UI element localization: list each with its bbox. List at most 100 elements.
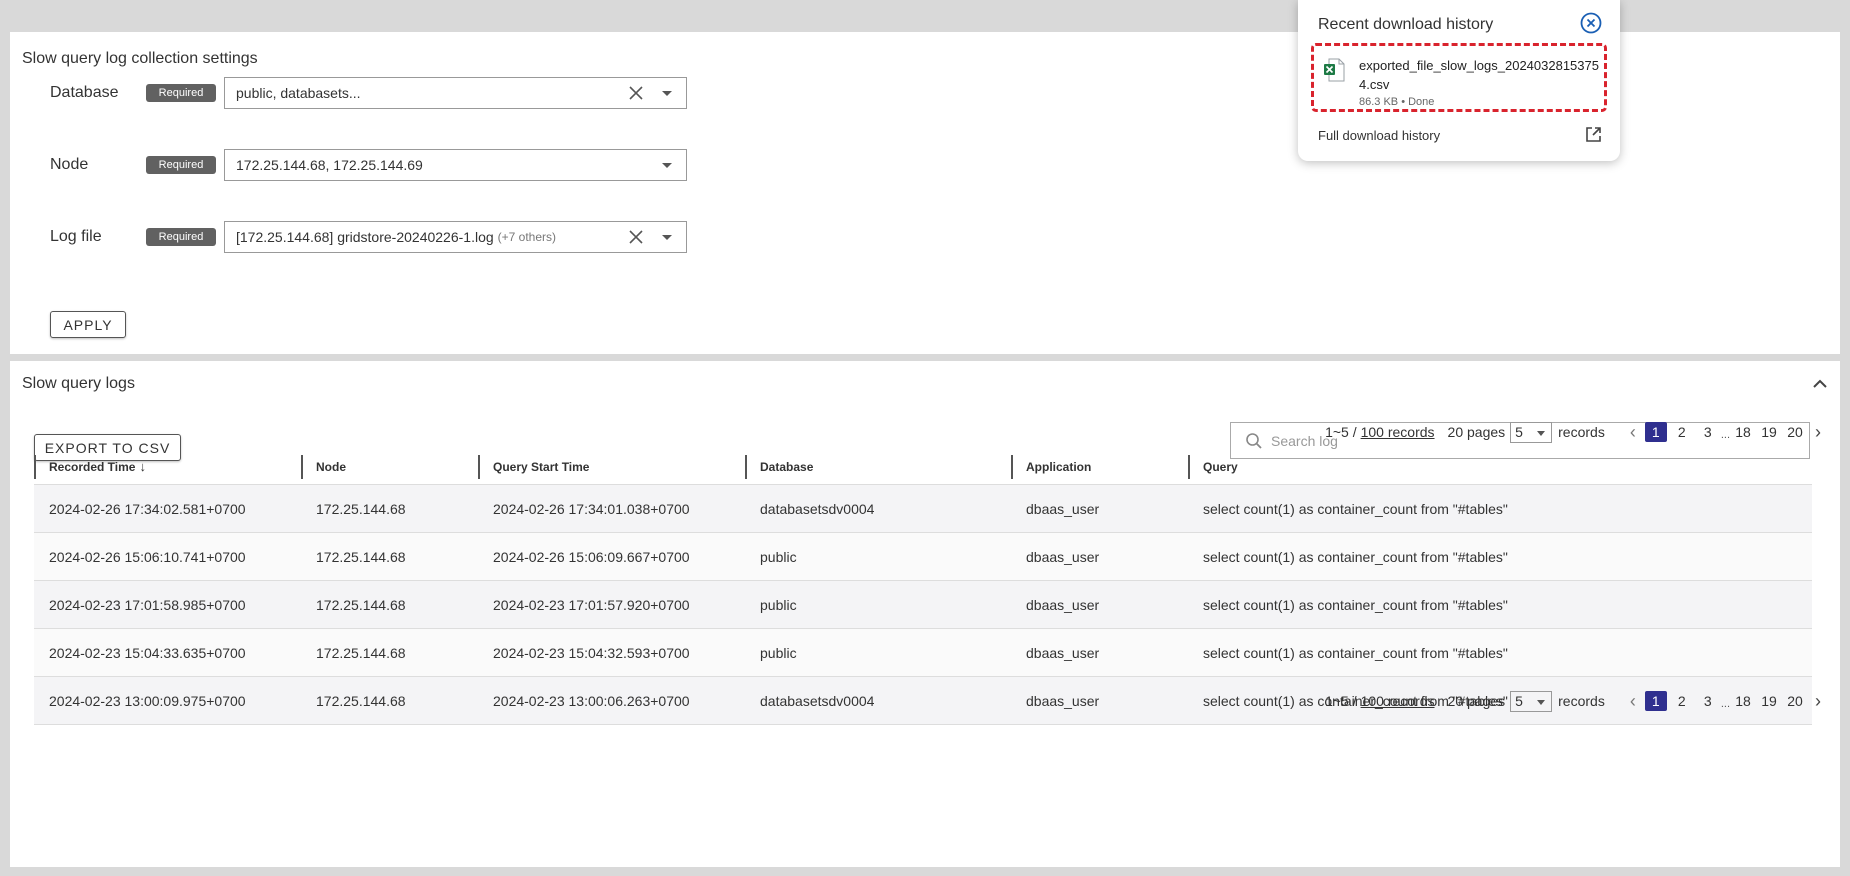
next-page-button[interactable]: › [1808,691,1828,711]
cell-database: databasetsdv0004 [760,500,875,517]
column-query[interactable]: Query [1188,454,1812,479]
cell-database: public [760,596,797,613]
caret-down-icon [1537,430,1546,436]
node-value: 172.25.144.68, 172.25.144.69 [236,157,423,173]
cell-node: 172.25.144.68 [316,644,406,661]
records-word: records [1558,693,1605,709]
cell-node: 172.25.144.68 [316,500,406,517]
next-page-button[interactable]: › [1808,422,1828,442]
column-label: Recorded Time [49,459,136,474]
table-row[interactable]: 2024-02-26 15:06:10.741+0700 172.25.144.… [34,533,1812,581]
cell-database: public [760,548,797,565]
download-history-popup: Recent download history exported_file_sl… [1298,0,1620,161]
records-word: records [1558,424,1605,440]
cell-query-start-time: 2024-02-26 17:34:01.038+0700 [493,500,690,517]
column-node[interactable]: Node [301,454,478,479]
database-label: Database [50,84,119,101]
column-database[interactable]: Database [745,454,1011,479]
prev-page-button[interactable]: ‹ [1623,422,1643,442]
table-row[interactable]: 2024-02-26 17:34:02.581+0700 172.25.144.… [34,485,1812,533]
chevron-up-icon[interactable] [1812,379,1828,389]
search-icon [1246,432,1262,449]
cell-query-start-time: 2024-02-23 17:01:57.920+0700 [493,596,690,613]
page-button[interactable]: 19 [1758,422,1780,442]
database-select[interactable]: public, databasets... [224,77,687,109]
page-button[interactable]: 1 [1644,422,1667,442]
settings-title: Slow query log collection settings [22,50,258,67]
page-button[interactable]: 20 [1784,691,1806,711]
apply-button[interactable]: APPLY [50,311,126,338]
logs-table: Recorded Time ↓ Node Query Start Time Dat… [34,449,1812,725]
cell-recorded-time: 2024-02-26 15:06:10.741+0700 [49,548,246,565]
column-label: Database [760,459,814,474]
cell-query: select count(1) as container_count from … [1203,500,1508,517]
pagination-bottom: 1~5 / 100 records 20 pages 5 records ‹ 1… [1325,690,1828,712]
node-row: Node Required 172.25.144.68, 172.25.144.… [50,149,687,181]
cell-query: select count(1) as container_count from … [1203,644,1508,661]
table-body: 2024-02-26 17:34:02.581+0700 172.25.144.… [34,485,1812,725]
download-file-item[interactable]: exported_file_slow_logs_20240328153754.c… [1311,43,1607,112]
page-button[interactable]: 2 [1671,422,1693,442]
page-button[interactable]: 1 [1644,691,1667,711]
cell-application: dbaas_user [1026,596,1100,613]
page-size-value: 5 [1515,693,1523,709]
table-header: Recorded Time ↓ Node Query Start Time Dat… [34,449,1812,485]
column-label: Query [1203,459,1238,474]
cell-query-start-time: 2024-02-23 15:04:32.593+0700 [493,644,690,661]
page-button[interactable]: 18 [1732,422,1754,442]
range-text: 1~5 / [1325,693,1357,709]
required-badge: Required [146,228,216,246]
page-button[interactable]: 3 [1697,422,1719,442]
page-button[interactable]: 18 [1732,691,1754,711]
cell-application: dbaas_user [1026,548,1100,565]
page-button[interactable]: 20 [1784,422,1806,442]
caret-down-icon[interactable] [662,163,672,168]
external-link-icon[interactable] [1585,126,1602,143]
cell-recorded-time: 2024-02-23 17:01:58.985+0700 [49,596,246,613]
close-circle-icon[interactable] [1580,12,1602,34]
required-badge: Required [146,84,216,102]
clear-x-icon[interactable] [628,229,644,245]
page-button[interactable]: 19 [1758,691,1780,711]
caret-down-icon[interactable] [662,91,672,96]
table-row[interactable]: 2024-02-23 17:01:58.985+0700 172.25.144.… [34,581,1812,629]
cell-application: dbaas_user [1026,500,1100,517]
column-query-start-time[interactable]: Query Start Time [478,454,745,479]
log-file-select[interactable]: [172.25.144.68] gridstore-20240226-1.log… [224,221,687,253]
range-text: 1~5 / [1325,424,1357,440]
logs-panel: Slow query logs EXPORT TO CSV 1~5 / 100 … [10,361,1840,867]
node-select[interactable]: 172.25.144.68, 172.25.144.69 [224,149,687,181]
required-badge: Required [146,156,216,174]
column-application[interactable]: Application [1011,454,1188,479]
page-button[interactable]: 2 [1671,691,1693,711]
caret-down-icon[interactable] [662,235,672,240]
table-row[interactable]: 2024-02-23 15:04:33.635+0700 172.25.144.… [34,629,1812,677]
column-recorded-time[interactable]: Recorded Time ↓ [34,454,301,479]
column-label: Node [316,459,346,474]
cell-query: select count(1) as container_count from … [1203,596,1508,613]
page-size-select[interactable]: 5 [1510,421,1553,443]
records-link[interactable]: 100 records [1361,693,1435,709]
cell-recorded-time: 2024-02-26 17:34:02.581+0700 [49,500,246,517]
page-size-select[interactable]: 5 [1510,690,1553,712]
caret-down-icon [1537,699,1546,705]
page-ellipsis: ... [1720,698,1730,710]
cell-database: public [760,644,797,661]
clear-x-icon[interactable] [628,85,644,101]
records-link[interactable]: 100 records [1361,424,1435,440]
file-status: 86.3 KB • Done [1359,96,1435,108]
cell-query-start-time: 2024-02-26 15:06:09.667+0700 [493,548,690,565]
sort-desc-icon[interactable]: ↓ [139,459,146,474]
popup-title: Recent download history [1318,16,1494,33]
page-ellipsis: ... [1720,429,1730,441]
cell-node: 172.25.144.68 [316,692,406,709]
log-file-row: Log file Required [172.25.144.68] gridst… [50,221,687,253]
database-row: Database Required public, databasets... [50,77,687,109]
prev-page-button[interactable]: ‹ [1623,691,1643,711]
log-file-others: (+7 others) [497,230,556,244]
cell-database: databasetsdv0004 [760,692,875,709]
full-history-link[interactable]: Full download history [1318,128,1440,143]
file-name: exported_file_slow_logs_20240328153754.c… [1359,58,1599,92]
page-button[interactable]: 3 [1697,691,1719,711]
column-label: Application [1026,459,1092,474]
